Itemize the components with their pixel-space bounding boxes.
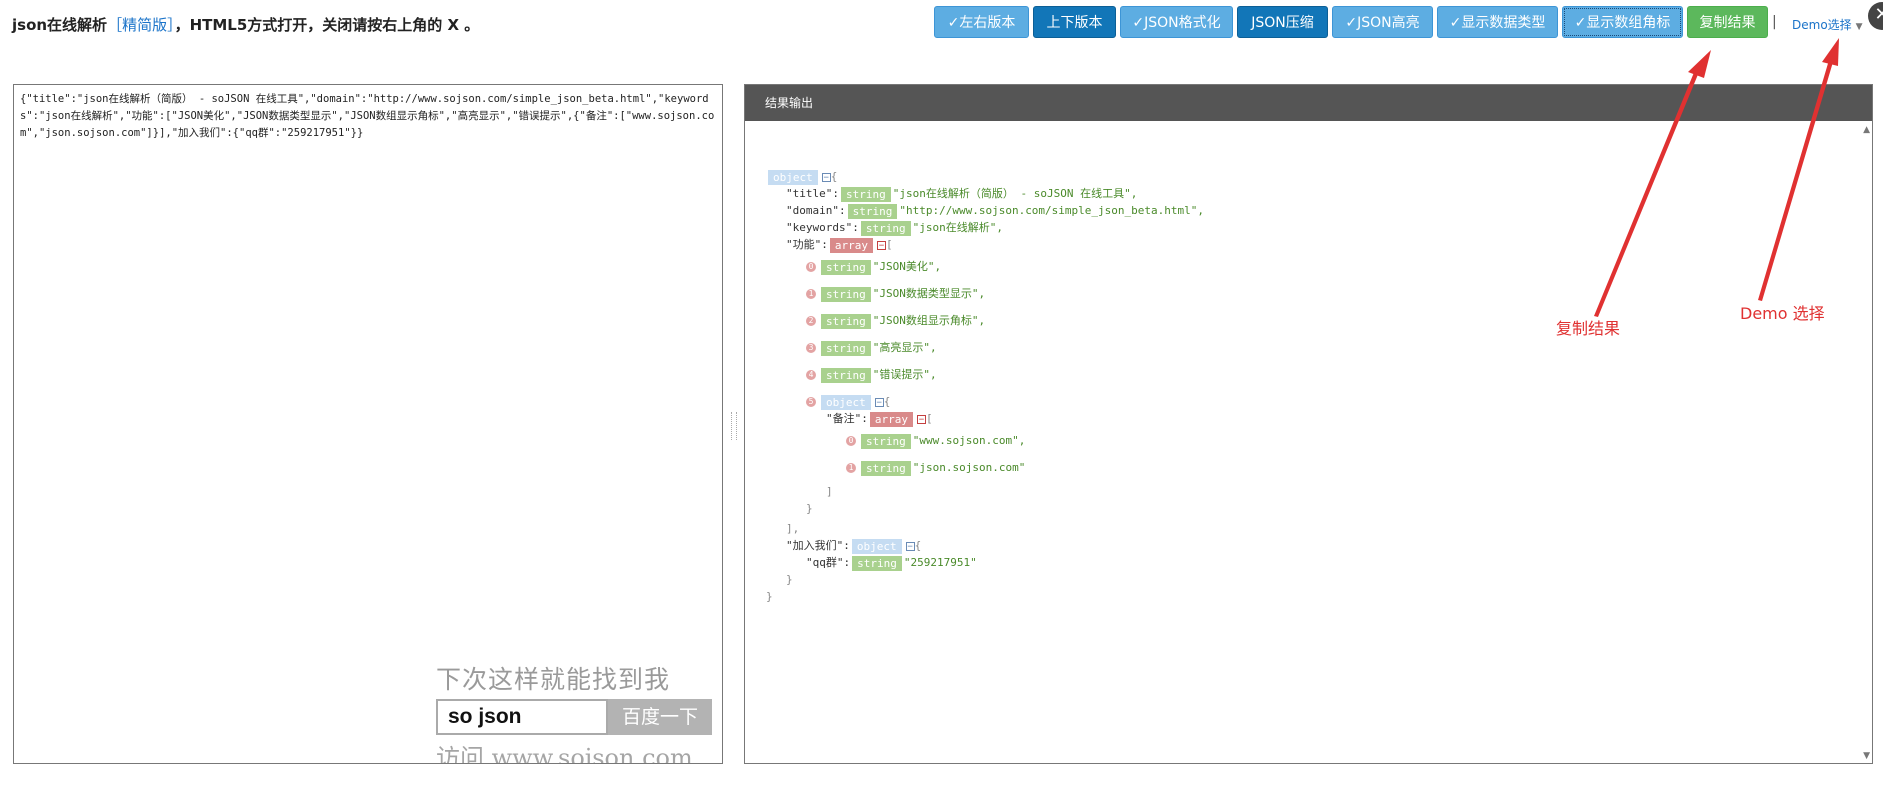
type-badge-string: string [852,555,902,571]
ad-search-button: 百度一下 [608,699,712,735]
show-data-types-button[interactable]: ✓显示数据类型 [1437,6,1558,38]
type-badge-object: object [821,394,871,410]
collapse-toggle-icon[interactable]: − [874,397,884,407]
tree-row-title: "title": string "json在线解析（简版） - soJSON 在线工… [786,186,1138,202]
json-input-panel: {"title":"json在线解析（简版） - soJSON 在线工具","d… [13,84,723,764]
type-badge-string: string [840,186,891,202]
root-object-close: } [766,590,773,603]
json-compress-button[interactable]: JSON压缩 [1237,6,1328,38]
array-index-badge: 4 [806,370,816,380]
result-output-panel: 结果输出 ▲ ▼ object −{ "title": string "json在线解… [744,84,1873,764]
page-title: json在线解析［精简版］，HTML5方式打开，关闭请按右上角的 X 。 [12,14,479,35]
join-object-close: } [786,573,793,586]
type-badge-object: object [768,169,818,185]
type-badge-string: string [821,340,871,356]
demo-arrow-head [1822,38,1839,66]
search-ad-banner: 下次这样就能找到我 so json 百度一下 访问 www.sojson.com [436,660,722,764]
title-suffix: ，HTML5方式打开，关闭请按右上角的 X 。 [174,16,480,34]
tree-row-feature-4: 4 string "错误提示", [806,367,937,383]
demo-select-label: Demo选择 [1792,18,1852,32]
tree-row-remark-1: 1 string "json.sojson.com" [846,460,1025,476]
type-badge-array: array [869,411,913,427]
array-index-badge: 3 [806,343,816,353]
tree-row-remark: "备注": array −[ [826,411,933,427]
array-index-badge: 2 [806,316,816,326]
type-badge-object: object [851,538,902,554]
scroll-up-icon[interactable]: ▲ [1863,125,1870,135]
type-badge-string: string [821,259,871,275]
collapse-toggle-icon[interactable]: − [821,172,831,182]
type-badge-string: string [860,220,911,236]
features-array-close: ], [786,522,800,535]
scroll-down-icon[interactable]: ▼ [1863,751,1870,761]
copy-arrow-head [1688,50,1711,78]
collapse-toggle-icon[interactable]: − [905,541,915,551]
collapse-toggle-icon[interactable]: − [877,240,886,250]
ad-url-text: 访问 www.sojson.com [436,744,693,764]
demo-select-dropdown[interactable]: Demo选择 ▼ [1792,16,1863,33]
demo-select-annotation: Demo 选择 [1740,304,1825,323]
type-badge-string: string [821,313,871,329]
tree-row-join: "加入我们": object −{ [786,538,922,554]
array-index-badge: 5 [806,397,816,407]
ad-search-box: so json 百度一下 [436,699,712,735]
tree-row-feature-5: 5 object −{ [806,394,890,410]
show-array-index-button[interactable]: ✓显示数组角标 [1562,6,1683,38]
title-prefix: json在线解析 [12,16,108,34]
tree-row-qq: "qq群": string "259217951" [806,555,977,571]
tree-row-feature-2: 2 string "JSON数组显示角标", [806,313,985,329]
feature-5-object-close: } [806,502,813,515]
left-right-layout-button[interactable]: ✓左右版本 [934,6,1029,38]
type-badge-string: string [821,286,871,302]
close-icon[interactable]: ✕ [1868,2,1883,30]
remark-array-close: ] [826,485,833,498]
ad-search-query: so json [436,699,608,735]
type-badge-string: string [847,203,898,219]
tree-row-remark-0: 0 string "www.sojson.com", [846,433,1025,449]
toolbar-separator: | [1772,14,1777,30]
tree-row-feature-3: 3 string "高亮显示", [806,340,937,356]
tree-row-feature-1: 1 string "JSON数据类型显示", [806,286,985,302]
tree-row-feature-0: 0 string "JSON美化", [806,259,941,275]
result-output-header: 结果输出 [745,85,1872,121]
array-index-badge: 0 [846,436,856,446]
array-index-badge: 1 [846,463,856,473]
up-down-layout-button[interactable]: 上下版本 [1033,6,1116,38]
array-index-badge: 1 [806,289,816,299]
type-badge-string: string [821,367,871,383]
tree-row-keywords: "keywords": string "json在线解析", [786,220,1003,236]
collapse-toggle-icon[interactable]: − [917,414,926,424]
copy-result-button[interactable]: 复制结果 [1687,6,1768,38]
ad-headline: 下次这样就能找到我 [436,665,671,694]
type-badge-array: array [829,237,873,253]
tree-row-features: "功能": array −[ [786,237,893,253]
lite-version-link[interactable]: ［精简版］ [107,16,175,34]
json-format-button[interactable]: ✓JSON格式化 [1120,6,1233,38]
tree-row-root: object −{ [766,169,837,185]
array-index-badge: 0 [806,262,816,272]
type-badge-string: string [861,460,911,476]
tree-row-domain: "domain": string "http://www.sojson.com/si… [786,203,1204,219]
json-highlight-button[interactable]: ✓JSON高亮 [1332,6,1433,38]
panel-splitter-handle[interactable] [731,412,737,440]
copy-result-annotation: 复制结果 [1556,319,1621,338]
caret-down-icon: ▼ [1855,22,1863,32]
type-badge-string: string [861,433,911,449]
